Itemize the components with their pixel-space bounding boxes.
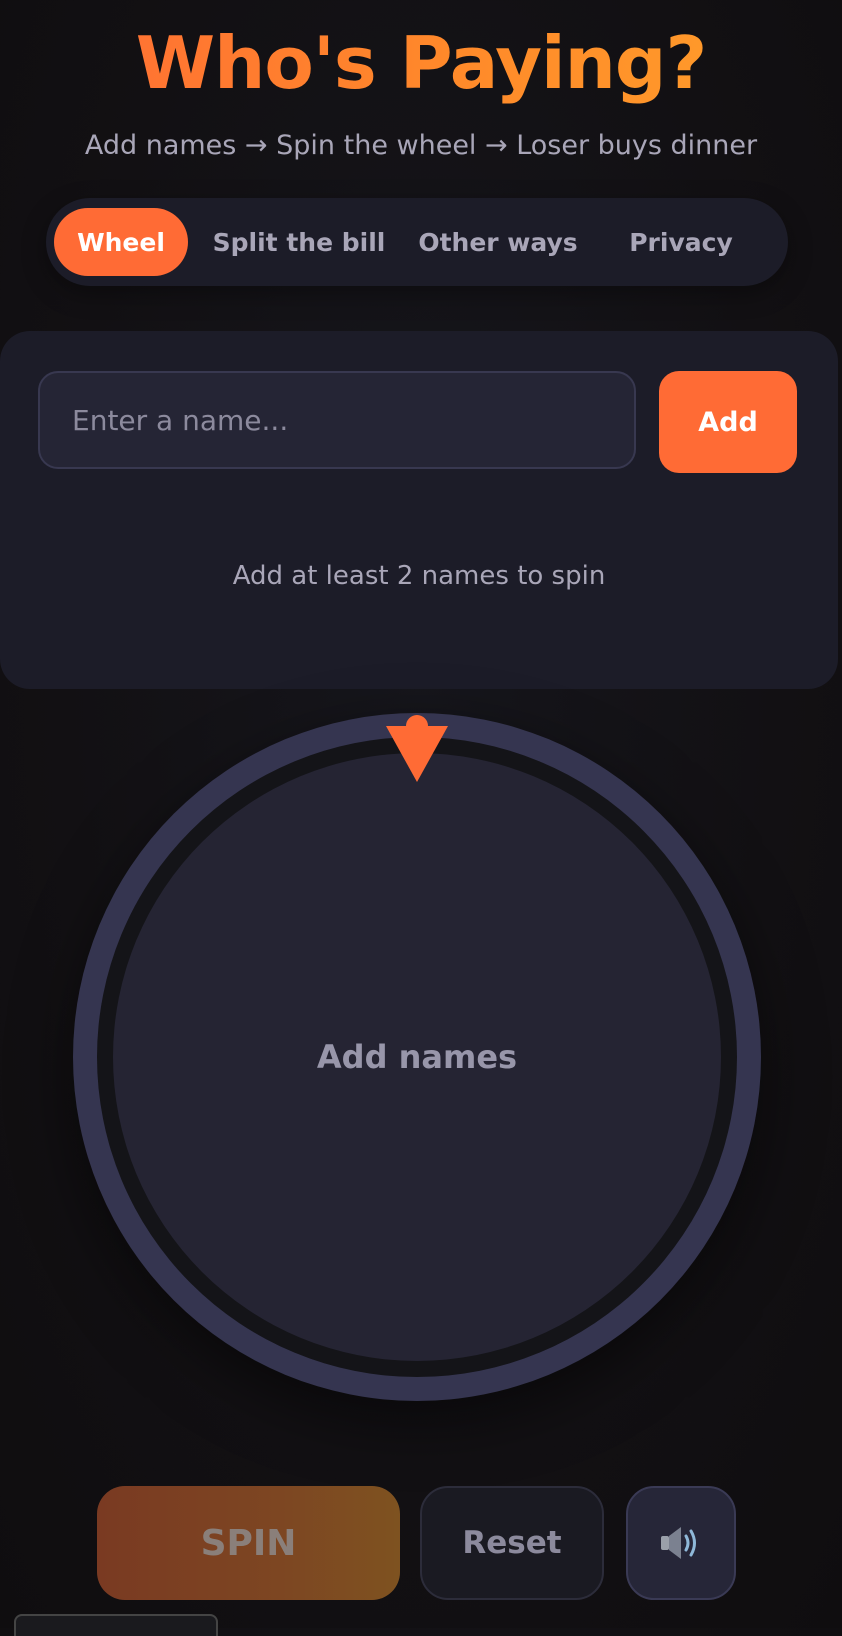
name-input[interactable] bbox=[38, 371, 636, 469]
wheel-rim-gap: Add names bbox=[97, 737, 737, 1377]
tab-split-the-bill[interactable]: Split the bill bbox=[208, 208, 390, 276]
tab-bar: Wheel Split the bill Other ways Privacy bbox=[46, 198, 788, 286]
wheel-pointer-icon bbox=[386, 715, 448, 782]
spin-hint: Add at least 2 names to spin bbox=[232, 561, 606, 591]
name-entry-panel: Add Add at least 2 names to spin bbox=[0, 331, 838, 689]
spin-button[interactable]: SPIN bbox=[97, 1486, 400, 1600]
wheel-face: Add names bbox=[113, 753, 721, 1361]
sound-toggle-button[interactable] bbox=[626, 1486, 736, 1600]
wheel-empty-label: Add names bbox=[316, 1038, 518, 1076]
page-title: Who's Paying? bbox=[0, 22, 842, 105]
bottom-drawer-handle bbox=[14, 1614, 218, 1636]
tab-privacy[interactable]: Privacy bbox=[606, 208, 756, 276]
tab-other-ways[interactable]: Other ways bbox=[412, 208, 584, 276]
page-subtitle: Add names → Spin the wheel → Loser buys … bbox=[84, 130, 758, 161]
wheel[interactable]: Add names bbox=[73, 713, 761, 1401]
tab-wheel[interactable]: Wheel bbox=[54, 208, 188, 276]
add-name-button[interactable]: Add bbox=[659, 371, 797, 473]
reset-button[interactable]: Reset bbox=[420, 1486, 604, 1600]
speaker-icon bbox=[661, 1527, 696, 1559]
